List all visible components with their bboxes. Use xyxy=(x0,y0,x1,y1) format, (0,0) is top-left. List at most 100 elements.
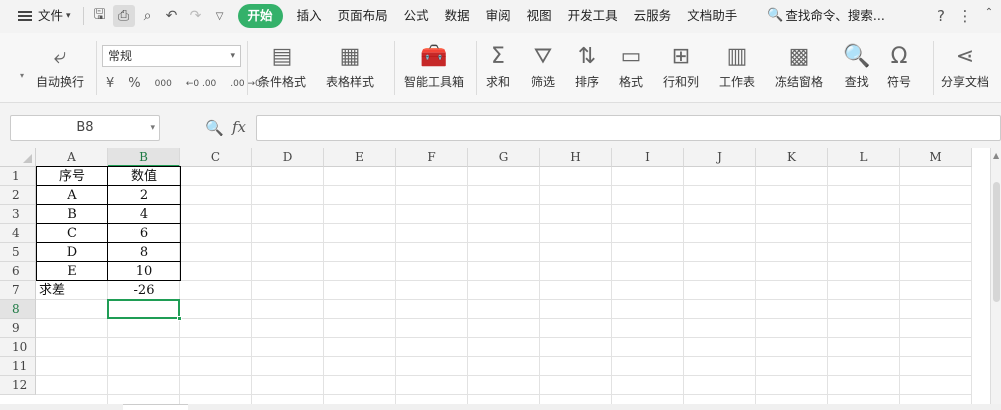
command-search-label: 查找命令、搜索... xyxy=(785,8,885,23)
spreadsheet-grid[interactable]: A B C D E F G H I J K L M 1 2 3 4 5 6 7 8 9 10 11 12 序号 数值 A 2 B 4 C 6 D 8… xyxy=(0,148,990,404)
collapse-ribbon-icon[interactable]: ⌃ xyxy=(977,7,1001,25)
cell-b7[interactable]: -26 xyxy=(108,281,180,300)
formula-input[interactable] xyxy=(256,115,1001,141)
filter-button[interactable]: ⛛ 筛选 xyxy=(531,41,555,90)
currency-icon[interactable]: ¥ xyxy=(106,76,114,91)
row-header-11[interactable]: 11 xyxy=(0,357,36,376)
ribbon-scroll-left-icon[interactable]: ▾ xyxy=(20,71,24,80)
undo-icon[interactable]: ↶ xyxy=(161,5,183,27)
active-cell-selection[interactable] xyxy=(107,299,180,319)
row-header-2[interactable]: 2 xyxy=(0,186,36,205)
worksheet-button[interactable]: ▥ 工作表 xyxy=(719,41,755,90)
fill-handle[interactable] xyxy=(177,316,182,321)
freeze-panes-button[interactable]: ▩ 冻结窗格 xyxy=(775,41,823,90)
number-format-select[interactable]: 常规 ▾ xyxy=(102,45,241,67)
column-header-k[interactable]: K xyxy=(756,148,828,167)
name-box-value: B8 xyxy=(76,120,94,135)
rows-columns-label: 行和列 xyxy=(663,75,700,89)
menu-bar: 文件 ▾ 🖫 ⎙ ⌕ ↶ ↷ ▽ 开始 插入 页面布局 公式 数据 审阅 视图 … xyxy=(0,0,1001,32)
thousands-separator-icon[interactable]: 000 xyxy=(155,79,172,89)
column-header-g[interactable]: G xyxy=(468,148,540,167)
row-header-5[interactable]: 5 xyxy=(0,243,36,262)
divider xyxy=(933,41,934,95)
tab-start[interactable]: 开始 xyxy=(237,4,283,28)
increase-decimal-icon[interactable]: ←0 .00 xyxy=(186,79,216,89)
ribbon: ▾ ⤶ 自动换行 常规 ▾ ¥ % 000 ←0 .00 .00 →0 ▤ 条件… xyxy=(0,33,1001,103)
smart-toolbox-button[interactable]: 🧰 智能工具箱 xyxy=(404,41,464,90)
column-header-b[interactable]: B xyxy=(108,148,180,167)
tab-cloud[interactable]: 云服务 xyxy=(626,4,680,28)
search-icon: 🔍 xyxy=(767,8,784,23)
row-header-9[interactable]: 9 xyxy=(0,319,36,338)
more-icon[interactable]: ⋮ xyxy=(953,7,977,25)
row-header-6[interactable]: 6 xyxy=(0,262,36,281)
conditional-format-button[interactable]: ▤ 条件格式 xyxy=(258,41,306,90)
select-all-corner[interactable] xyxy=(0,148,36,167)
scrollbar-thumb[interactable] xyxy=(993,182,1000,302)
column-header-d[interactable]: D xyxy=(252,148,324,167)
save-icon[interactable]: 🖫 xyxy=(89,5,111,27)
tab-doc-assistant[interactable]: 文档助手 xyxy=(679,4,745,28)
redo-icon[interactable]: ↷ xyxy=(185,5,207,27)
tab-developer[interactable]: 开发工具 xyxy=(560,4,626,28)
customize-toolbar-icon[interactable]: ▽ xyxy=(209,5,231,27)
tab-view[interactable]: 视图 xyxy=(519,4,560,28)
divider xyxy=(247,41,248,95)
percent-icon[interactable]: % xyxy=(128,76,140,91)
share-document-button[interactable]: ⋖ 分享文档 xyxy=(941,41,989,90)
grid-line xyxy=(36,394,972,395)
find-button[interactable]: 🔍 查找 xyxy=(843,41,870,90)
table-border-line xyxy=(36,261,180,262)
hamburger-icon xyxy=(18,11,32,21)
tab-formulas[interactable]: 公式 xyxy=(396,4,437,28)
row-header-4[interactable]: 4 xyxy=(0,224,36,243)
rows-columns-button[interactable]: ⊞ 行和列 xyxy=(663,41,699,90)
toolbox-icon: 🧰 xyxy=(420,43,448,69)
column-header-c[interactable]: C xyxy=(180,148,252,167)
tab-data[interactable]: 数据 xyxy=(437,4,478,28)
table-border-line xyxy=(36,242,180,243)
print-preview-icon[interactable]: ⌕ xyxy=(137,5,159,27)
grid-line xyxy=(827,167,828,404)
sum-button[interactable]: Σ 求和 xyxy=(486,41,510,90)
format-icon: ▭ xyxy=(620,43,642,69)
format-button[interactable]: ▭ 格式 xyxy=(619,41,643,90)
column-header-i[interactable]: I xyxy=(612,148,684,167)
column-header-h[interactable]: H xyxy=(540,148,612,167)
scroll-up-icon[interactable]: ▲ xyxy=(993,151,999,160)
sort-button[interactable]: ⇅ 排序 xyxy=(575,41,599,90)
print-icon[interactable]: ⎙ xyxy=(112,5,135,27)
zoom-icon[interactable]: 🔍 xyxy=(205,119,224,137)
row-header-1[interactable]: 1 xyxy=(0,167,36,186)
row-header-10[interactable]: 10 xyxy=(0,338,36,357)
tab-page-layout[interactable]: 页面布局 xyxy=(330,4,396,28)
vertical-scrollbar[interactable]: ▲ xyxy=(990,148,1001,404)
row-header-7[interactable]: 7 xyxy=(0,281,36,300)
table-style-button[interactable]: ▦ 表格样式 xyxy=(326,41,374,90)
help-icon[interactable]: ? xyxy=(929,7,953,25)
column-header-l[interactable]: L xyxy=(828,148,900,167)
table-border-line xyxy=(36,204,180,205)
column-header-m[interactable]: M xyxy=(900,148,972,167)
column-header-a[interactable]: A xyxy=(36,148,108,167)
row-header-3[interactable]: 3 xyxy=(0,205,36,224)
decrease-decimal-icon[interactable]: .00 →0 xyxy=(230,79,260,89)
command-search[interactable]: 🔍 查找命令、搜索... xyxy=(759,4,893,28)
wrap-text-button[interactable]: ⤶ 自动换行 xyxy=(36,41,84,90)
tab-insert[interactable]: 插入 xyxy=(289,4,330,28)
column-header-f[interactable]: F xyxy=(396,148,468,167)
column-header-j[interactable]: J xyxy=(684,148,756,167)
sheet-tab[interactable] xyxy=(123,404,188,410)
fx-label[interactable]: fx xyxy=(232,118,246,136)
column-header-e[interactable]: E xyxy=(324,148,396,167)
cell-a7[interactable]: 求差 xyxy=(36,281,108,300)
tab-review[interactable]: 审阅 xyxy=(478,4,519,28)
file-menu[interactable]: 文件 ▾ xyxy=(0,4,79,28)
chevron-down-icon: ▾ xyxy=(150,123,155,133)
symbol-button[interactable]: Ω 符号 xyxy=(887,41,911,90)
name-box[interactable]: B8 ▾ xyxy=(10,115,160,141)
row-header-8[interactable]: 8 xyxy=(0,300,36,319)
grid-line xyxy=(36,356,972,357)
row-header-12[interactable]: 12 xyxy=(0,376,36,395)
magnifier-icon: 🔍 xyxy=(843,43,871,69)
